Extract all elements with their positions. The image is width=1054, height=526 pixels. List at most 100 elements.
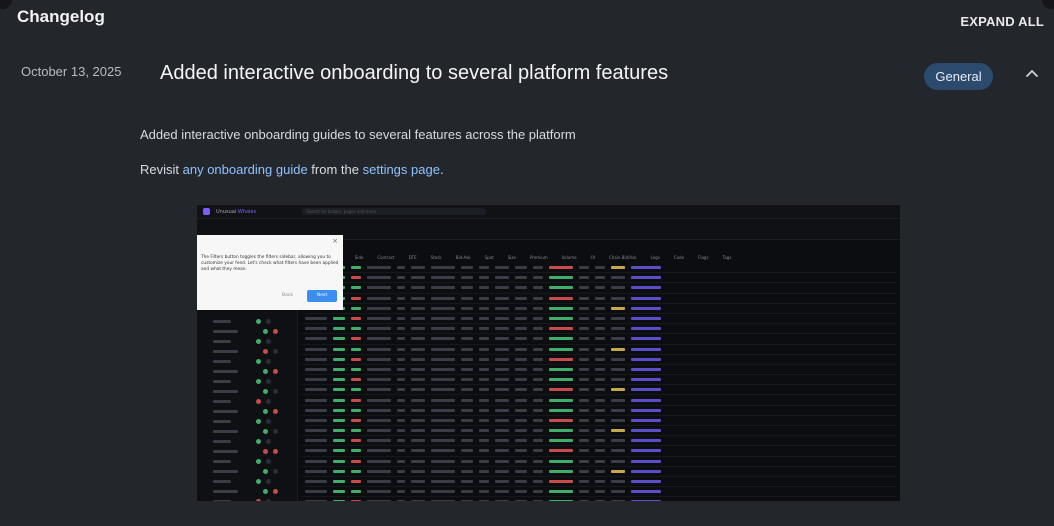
screenshot-table-cell bbox=[549, 439, 573, 443]
screenshot-table-cell bbox=[479, 500, 489, 501]
screenshot-table-cell bbox=[479, 367, 489, 371]
screenshot-table-cell bbox=[611, 357, 625, 361]
screenshot-table-cell bbox=[333, 439, 345, 443]
app-brand: Unusual Whales bbox=[216, 209, 256, 215]
screenshot-table-cell bbox=[431, 347, 455, 351]
screenshot-table-cell bbox=[579, 378, 589, 382]
screenshot-table-cell bbox=[515, 449, 527, 453]
screenshot-table-cell bbox=[305, 418, 327, 422]
screenshot-filter-toggle bbox=[256, 398, 261, 404]
screenshot-table-cell bbox=[579, 337, 589, 341]
screenshot-table-row bbox=[301, 436, 896, 447]
screenshot-table-cell bbox=[549, 357, 573, 361]
page-title: Changelog bbox=[17, 7, 105, 26]
screenshot-table-cell bbox=[611, 276, 625, 280]
screenshot-table-cell bbox=[549, 398, 573, 402]
screenshot-table-cell bbox=[367, 357, 391, 361]
screenshot-table-cell bbox=[461, 398, 473, 402]
screenshot-table-cell bbox=[533, 266, 543, 270]
onboarding-guide-link[interactable]: any onboarding guide bbox=[183, 162, 308, 177]
expand-all-button[interactable]: EXPAND ALL bbox=[960, 14, 1044, 29]
screenshot-table-cell bbox=[397, 296, 405, 300]
screenshot-table-cell bbox=[533, 398, 543, 402]
settings-page-link[interactable]: settings page bbox=[363, 162, 440, 177]
screenshot-table-cell bbox=[579, 306, 589, 310]
screenshot-table-cell bbox=[479, 317, 489, 321]
screenshot-table-cell bbox=[411, 480, 425, 484]
screenshot-table-cell bbox=[595, 276, 605, 280]
screenshot-table-cell bbox=[631, 286, 661, 290]
screenshot-table-cell bbox=[333, 337, 345, 341]
screenshot-table-cell bbox=[431, 367, 455, 371]
screenshot-table-cell bbox=[595, 306, 605, 310]
screenshot-table-cell bbox=[333, 388, 345, 392]
screenshot-table-cell bbox=[461, 490, 473, 494]
screenshot-table-cell bbox=[595, 378, 605, 382]
screenshot-table-cell bbox=[411, 378, 425, 382]
screenshot-table-cell bbox=[411, 347, 425, 351]
screenshot-table-cell bbox=[579, 357, 589, 361]
screenshot-table-cell bbox=[411, 449, 425, 453]
screenshot-table-cell bbox=[411, 367, 425, 371]
screenshot-table-cell bbox=[579, 317, 589, 321]
screenshot-table-cell bbox=[549, 347, 573, 351]
screenshot-table-cell bbox=[579, 469, 589, 473]
screenshot-table-cell bbox=[579, 266, 589, 270]
screenshot-table-cell bbox=[579, 286, 589, 290]
screenshot-table-cell bbox=[431, 439, 455, 443]
screenshot-table-cell bbox=[351, 480, 361, 484]
screenshot-table-cell bbox=[533, 490, 543, 494]
screenshot-table-cell bbox=[351, 367, 361, 371]
screenshot-filter-row bbox=[213, 417, 297, 425]
screenshot-table-cell bbox=[631, 337, 661, 341]
screenshot-table-cell bbox=[631, 469, 661, 473]
screenshot-table-cell bbox=[495, 337, 509, 341]
revisit-suffix: . bbox=[439, 162, 444, 177]
screenshot-table-cell bbox=[333, 398, 345, 402]
screenshot-table-cell bbox=[549, 378, 573, 382]
screenshot-filter-toggle bbox=[256, 438, 261, 444]
screenshot-table-cell bbox=[367, 317, 391, 321]
screenshot-table-cell bbox=[479, 490, 489, 494]
screenshot-table-cell bbox=[367, 408, 391, 412]
screenshot-table-cell bbox=[411, 408, 425, 412]
screenshot-table-cell bbox=[611, 327, 625, 331]
revisit-prefix: Revisit bbox=[140, 162, 183, 177]
screenshot-filter-toggle bbox=[273, 408, 278, 414]
screenshot-table-cell bbox=[533, 317, 543, 321]
screenshot-table-cell bbox=[351, 490, 361, 494]
screenshot-table-cell bbox=[461, 286, 473, 290]
screenshot-table-cell bbox=[461, 317, 473, 321]
screenshot-table-cell bbox=[411, 388, 425, 392]
screenshot-table-cell bbox=[515, 317, 527, 321]
screenshot-table-cell bbox=[431, 296, 455, 300]
screenshot-table-cell bbox=[461, 306, 473, 310]
screenshot-table-cell bbox=[595, 286, 605, 290]
screenshot-table-cell bbox=[549, 276, 573, 280]
screenshot-table-cell bbox=[515, 439, 527, 443]
screenshot-filter-toggle bbox=[266, 318, 271, 324]
popup-back-button: Back bbox=[282, 293, 293, 298]
screenshot-table-cell bbox=[397, 449, 405, 453]
screenshot-table-cell bbox=[431, 469, 455, 473]
screenshot-table-cell bbox=[631, 276, 661, 280]
screenshot-table-cell bbox=[397, 367, 405, 371]
screenshot-table-cell bbox=[515, 276, 527, 280]
screenshot-filter-toggle bbox=[266, 418, 271, 424]
screenshot-table-cell bbox=[479, 408, 489, 412]
screenshot-table-cell bbox=[495, 266, 509, 270]
screenshot-filter-toggle bbox=[273, 468, 278, 474]
screenshot-filter-row bbox=[213, 467, 297, 475]
screenshot-table-cell bbox=[397, 500, 405, 501]
screenshot-table-cell bbox=[367, 500, 391, 501]
screenshot-table-cell bbox=[411, 459, 425, 463]
screenshot-table-cell bbox=[533, 388, 543, 392]
chevron-up-icon[interactable] bbox=[1024, 66, 1040, 82]
entry-title[interactable]: Added interactive onboarding to several … bbox=[160, 62, 668, 85]
screenshot-table-cell bbox=[397, 286, 405, 290]
screenshot-filter-label bbox=[213, 349, 238, 353]
screenshot-filter-toggle bbox=[256, 458, 261, 464]
screenshot-table-cell bbox=[515, 490, 527, 494]
screenshot-table-cell bbox=[351, 337, 361, 341]
screenshot-table-row bbox=[301, 273, 896, 284]
